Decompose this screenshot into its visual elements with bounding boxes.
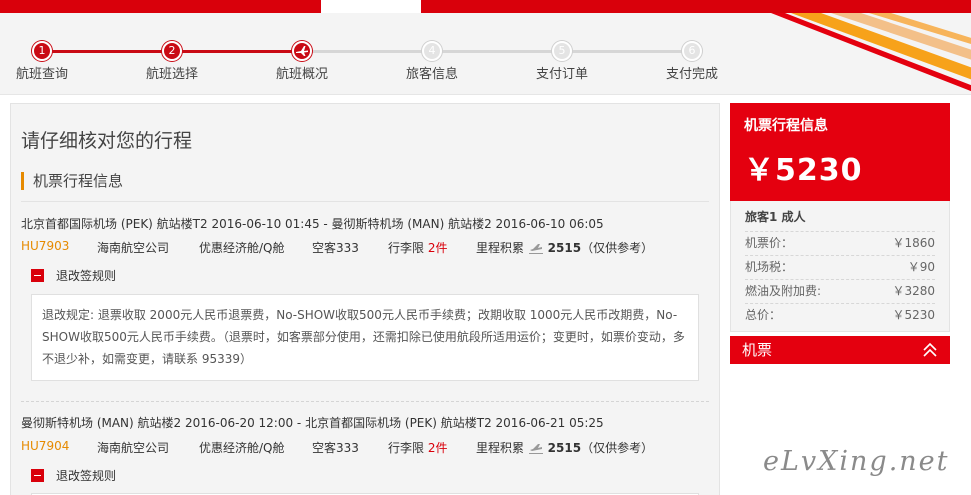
takeoff-icon bbox=[528, 444, 543, 454]
fee-label: 燃油及附加费: bbox=[745, 284, 822, 298]
miles-note: （仅供参考） bbox=[581, 441, 654, 455]
baggage-allowance: 行李限 2件 bbox=[388, 439, 447, 456]
segment-1-flight-row: HU7903 海南航空公司 优惠经济舱/Q舱 空客333 行李限 2件 里程积累… bbox=[21, 239, 711, 255]
miles-label: 里程积累 bbox=[476, 241, 525, 255]
fee-value: ￥1860 bbox=[892, 236, 935, 250]
ticket-label: 机票 bbox=[742, 341, 773, 359]
price-summary-header: 机票行程信息 ￥5230 bbox=[730, 103, 950, 201]
miles-note: （仅供参考） bbox=[581, 241, 654, 255]
segment-2-rules-toggle[interactable]: 退改签规则 bbox=[31, 467, 116, 483]
top-bar-right-segment bbox=[421, 0, 971, 13]
aircraft-type: 空客333 bbox=[312, 441, 359, 455]
fee-row: 机票价： ￥1860 bbox=[745, 231, 935, 255]
rules-label: 退改签规则 bbox=[56, 269, 117, 283]
rules-label: 退改签规则 bbox=[56, 469, 117, 483]
step-4-label: 旅客信息 bbox=[405, 67, 458, 82]
fee-row: 机场税： ￥90 bbox=[745, 255, 935, 279]
baggage-value: 2件 bbox=[427, 241, 448, 255]
fee-value: ￥5230 bbox=[892, 308, 935, 322]
fee-row: 总价： ￥5230 bbox=[745, 303, 935, 327]
miles-value: 2515 bbox=[547, 241, 582, 255]
segment-divider bbox=[21, 401, 709, 402]
step-2-marker: 2 bbox=[162, 41, 182, 61]
fee-value: ￥90 bbox=[907, 260, 935, 274]
top-bar-left-segment bbox=[0, 0, 321, 13]
passenger-type: 旅客1 成人 bbox=[745, 210, 806, 224]
miles-label: 里程积累 bbox=[476, 441, 525, 455]
ticket-collapse-bar[interactable]: 机票 bbox=[730, 336, 950, 364]
flight-number: HU7903 bbox=[21, 239, 70, 253]
segment-1-rules-text: 退改规定: 退票收取 2000元人民币退票费，No-SHOW收取500元人民币手… bbox=[31, 294, 699, 381]
aircraft-type: 空客333 bbox=[312, 241, 359, 255]
step-6-marker: 6 bbox=[682, 41, 702, 61]
step-6-label: 支付完成 bbox=[665, 67, 718, 82]
decorative-stripes bbox=[771, 13, 971, 92]
booking-progress: 1 航班查询 2 航班选择 航班概况 4 旅客信息 5 支付订单 6 支付完成 bbox=[0, 13, 971, 95]
flight-number: HU7904 bbox=[21, 439, 70, 453]
section-heading: 机票行程信息 bbox=[21, 172, 123, 190]
itinerary-panel: 请仔细核对您的行程 机票行程信息 北京首都国际机场 (PEK) 航站楼T2 20… bbox=[10, 103, 720, 495]
segment-2-flight-row: HU7904 海南航空公司 优惠经济舱/Q舱 空客333 行李限 2件 里程积累… bbox=[21, 439, 711, 455]
baggage-allowance: 行李限 2件 bbox=[388, 239, 447, 256]
airplane-icon bbox=[296, 46, 308, 56]
fee-label: 总价： bbox=[745, 308, 782, 322]
fee-label: 机票价： bbox=[745, 236, 794, 250]
step-3-label: 航班概况 bbox=[275, 67, 328, 82]
watermark: eLvXing.net bbox=[763, 446, 950, 477]
cabin-class: 优惠经济舱/Q舱 bbox=[199, 241, 285, 255]
step-1-label: 航班查询 bbox=[15, 67, 68, 82]
step-1-marker: 1 bbox=[32, 41, 52, 61]
segment-1-route: 北京首都国际机场 (PEK) 航站楼T2 2016-06-10 01:45 - … bbox=[21, 217, 604, 231]
segment-1-rules-toggle[interactable]: 退改签规则 bbox=[31, 267, 116, 283]
airline: 海南航空公司 bbox=[97, 441, 170, 455]
step-5-marker: 5 bbox=[552, 41, 572, 61]
top-bar bbox=[0, 0, 971, 13]
page-title: 请仔细核对您的行程 bbox=[21, 130, 193, 152]
collapse-icon bbox=[31, 469, 44, 482]
section-divider bbox=[21, 201, 709, 202]
baggage-label: 行李限 bbox=[388, 441, 425, 455]
segment-2-route: 曼彻斯特机场 (MAN) 航站楼2 2016-06-20 12:00 - 北京首… bbox=[21, 416, 604, 430]
collapse-icon bbox=[31, 269, 44, 282]
double-chevron-up-icon bbox=[923, 342, 937, 357]
baggage-value: 2件 bbox=[427, 441, 448, 455]
step-2-label: 航班选择 bbox=[145, 67, 198, 82]
miles-info: 里程积累 2515（仅供参考） bbox=[476, 239, 653, 256]
summary-title: 机票行程信息 bbox=[744, 118, 828, 134]
total-price: ￥5230 bbox=[744, 153, 863, 188]
fee-breakdown: 旅客1 成人 机票价： ￥1860 机场税： ￥90 燃油及附加费: ￥3280 总价… bbox=[730, 201, 950, 332]
price-summary-panel: 机票行程信息 ￥5230 旅客1 成人 机票价： ￥1860 机场税： ￥90 燃油… bbox=[730, 103, 950, 364]
baggage-label: 行李限 bbox=[388, 241, 425, 255]
fee-row: 燃油及附加费: ￥3280 bbox=[745, 279, 935, 303]
miles-value: 2515 bbox=[547, 441, 582, 455]
cabin-class: 优惠经济舱/Q舱 bbox=[199, 441, 285, 455]
progress-track-remaining bbox=[302, 50, 694, 53]
airline: 海南航空公司 bbox=[97, 241, 170, 255]
step-4-marker: 4 bbox=[422, 41, 442, 61]
fee-label: 机场税： bbox=[745, 260, 794, 274]
fee-value: ￥3280 bbox=[892, 284, 935, 298]
step-5-label: 支付订单 bbox=[535, 67, 588, 82]
takeoff-icon bbox=[528, 244, 543, 254]
step-3-marker bbox=[292, 41, 312, 61]
miles-info: 里程积累 2515（仅供参考） bbox=[476, 439, 653, 456]
